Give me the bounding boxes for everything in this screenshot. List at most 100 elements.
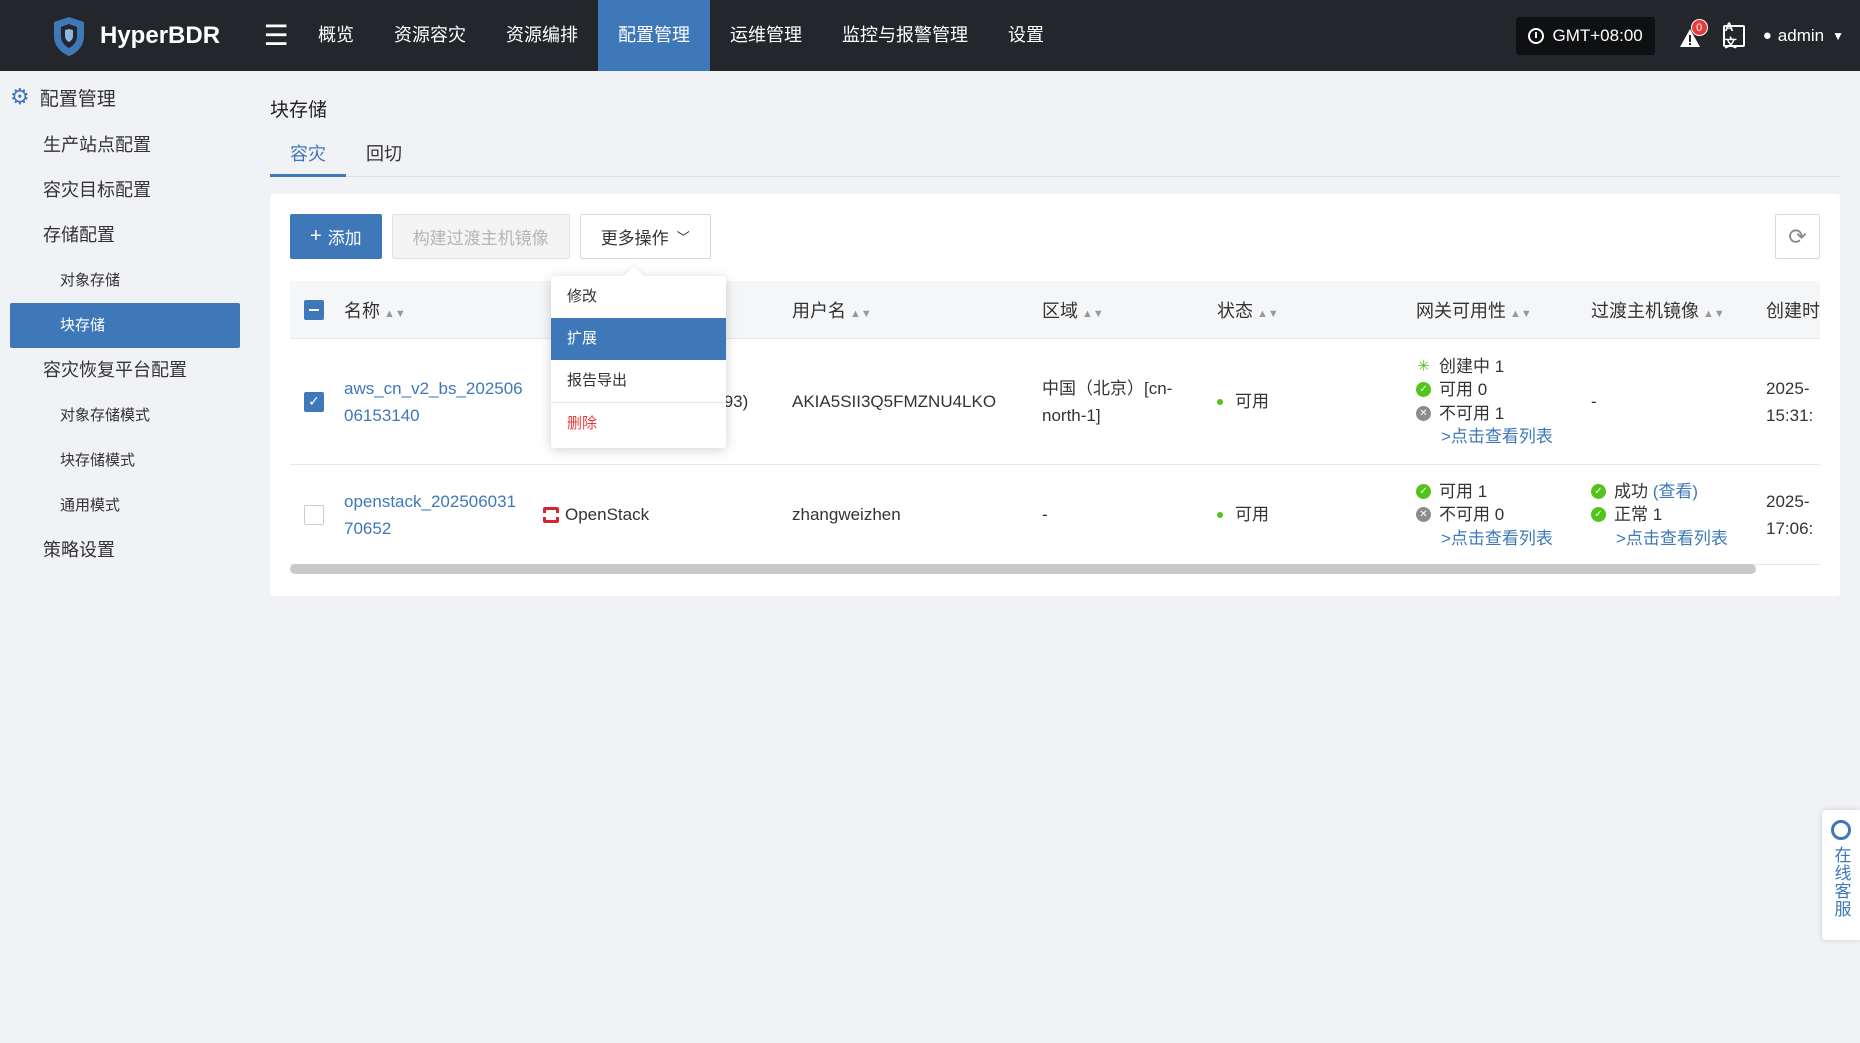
check-circle-icon: ✓ [1591, 483, 1606, 499]
sidebar-title: 配置管理 [39, 88, 116, 110]
tab-failback[interactable]: 回切 [346, 137, 422, 177]
col-created[interactable]: 创建时 [1752, 297, 1820, 323]
menu-item-edit[interactable]: 修改 [551, 276, 726, 318]
sidebar-item-block-storage[interactable]: 块存储 [10, 303, 240, 348]
region-text: 中国（北京）[cn- [1042, 378, 1173, 398]
content-panel: + 添加 构建过渡主机镜像 更多操作 ﹀ ⟳ 名称 ▲▼ 用户名 ▲▼ 区域 ▲▼ 状… [270, 194, 1840, 596]
more-actions-label: 更多操作 [600, 229, 669, 248]
shield-logo-icon [54, 16, 84, 56]
col-gateway-label: 网关可用性 [1416, 300, 1506, 321]
nav-resource-dr[interactable]: 资源容灾 [374, 0, 486, 71]
sidebar-item-production-site[interactable]: 生产站点配置 [0, 123, 250, 168]
more-actions-button[interactable]: 更多操作 ﹀ [579, 214, 711, 259]
image-list-link[interactable]: >点击查看列表 [1591, 525, 1728, 552]
col-gateway[interactable]: 网关可用性 ▲▼ [1402, 297, 1577, 323]
sort-icon: ▲▼ [1510, 307, 1532, 320]
headset-icon [1831, 820, 1851, 840]
nav-resource-orchestration[interactable]: 资源编排 [486, 0, 598, 71]
type-cell: OpenStack [529, 465, 778, 564]
check-circle-icon: ✓ [1416, 483, 1431, 499]
timezone-label: GMT+08:00 [1552, 25, 1643, 45]
select-all-checkbox[interactable] [304, 299, 324, 320]
menu-item-delete[interactable]: 删除 [551, 403, 726, 445]
col-name-label: 名称 [344, 300, 380, 321]
table-row[interactable]: openstack_202506031 70652 OpenStack zhan… [290, 465, 1820, 565]
storage-table: 名称 ▲▼ 用户名 ▲▼ 区域 ▲▼ 状态 ▲▼ 网关可用性 ▲▼ 过渡主机镜像 ▲▼ 创建… [290, 281, 1820, 565]
build-image-button[interactable]: 构建过渡主机镜像 [391, 214, 570, 259]
table-header: 名称 ▲▼ 用户名 ▲▼ 区域 ▲▼ 状态 ▲▼ 网关可用性 ▲▼ 过渡主机镜像 ▲▼ 创建… [290, 281, 1820, 339]
sidebar-item-object-storage-mode[interactable]: 对象存储模式 [0, 393, 250, 438]
gateway-cell: ✓ 可用 1 ✕ 不可用 0 >点击查看列表 [1402, 465, 1577, 564]
name-link-cont[interactable]: 06153140 [344, 402, 523, 429]
row-checkbox[interactable]: ✓ [304, 391, 324, 412]
toolbar: + 添加 构建过渡主机镜像 更多操作 ﹀ [290, 214, 721, 259]
col-username-label: 用户名 [792, 300, 846, 321]
top-navbar: HyperBDR ☰ 概览 资源容灾 资源编排 配置管理 运维管理 监控与报警管… [0, 0, 1860, 71]
name-cell: aws_cn_v2_bs_202506 06153140 [330, 339, 529, 464]
gateway-list-link[interactable]: >点击查看列表 [1416, 423, 1553, 450]
sort-icon: ▲▼ [384, 307, 406, 320]
select-all-cell [290, 299, 330, 320]
sidebar-item-dr-platform[interactable]: 容灾恢复平台配置 [0, 348, 250, 393]
col-image[interactable]: 过渡主机镜像 ▲▼ [1577, 297, 1752, 323]
add-button[interactable]: + 添加 [290, 214, 382, 259]
name-link-cont[interactable]: 70652 [344, 515, 516, 542]
status-cell: 可用 [1203, 339, 1402, 464]
online-service-button[interactable]: 在线客服 [1822, 810, 1860, 940]
check-circle-icon: ✓ [1591, 507, 1606, 522]
created-time: 15:31: [1766, 405, 1814, 425]
menu-toggle-icon[interactable]: ☰ [256, 19, 296, 52]
sidebar-item-object-storage[interactable]: 对象存储 [0, 258, 250, 303]
sidebar-item-generic-mode[interactable]: 通用模式 [0, 483, 250, 528]
username-cell: AKIA5SII3Q5FMZNU4LKO [792, 392, 997, 411]
sort-icon: ▲▼ [850, 307, 872, 320]
alert-button[interactable]: 0 [1675, 18, 1708, 51]
horizontal-scrollbar[interactable] [290, 564, 1756, 574]
type-text: OpenStack [565, 505, 650, 524]
status-text: 可用 [1235, 392, 1269, 411]
nav-ops-management[interactable]: 运维管理 [710, 0, 822, 71]
user-menu[interactable]: ● admin ▼ [1763, 26, 1844, 46]
nav-overview[interactable]: 概览 [298, 0, 374, 71]
menu-item-extend[interactable]: 扩展 [551, 318, 726, 360]
created-time: 17:06: [1766, 518, 1814, 538]
nav-monitoring-alerts[interactable]: 监控与报警管理 [822, 0, 988, 71]
gateway-list-link[interactable]: >点击查看列表 [1416, 525, 1553, 552]
table-row[interactable]: ✓ aws_cn_v2_bs_202506 06153140 .93) AKIA… [290, 339, 1820, 465]
name-cell: openstack_202506031 70652 [330, 465, 529, 564]
col-region[interactable]: 区域 ▲▼ [1028, 297, 1203, 323]
col-status[interactable]: 状态 ▲▼ [1203, 297, 1402, 323]
timezone-button[interactable]: GMT+08:00 [1516, 16, 1655, 55]
check-circle-icon: ✓ [1416, 382, 1431, 398]
sidebar: ⚙ 配置管理 生产站点配置 容灾目标配置 存储配置 对象存储 块存储 容灾恢复平… [0, 71, 250, 1043]
name-link[interactable]: openstack_202506031 [344, 488, 516, 515]
col-created-label: 创建时 [1766, 300, 1820, 321]
online-service-label: 在线客服 [1831, 846, 1851, 918]
sidebar-item-dr-target[interactable]: 容灾目标配置 [0, 168, 250, 213]
tab-dr[interactable]: 容灾 [270, 137, 346, 177]
sidebar-item-policy[interactable]: 策略设置 [0, 528, 250, 573]
col-username[interactable]: 用户名 ▲▼ [778, 297, 1028, 323]
more-actions-menu: 修改 扩展 报告导出 删除 [551, 276, 726, 448]
loading-icon: ✳ [1417, 357, 1430, 375]
row-checkbox[interactable] [304, 504, 324, 525]
name-link[interactable]: aws_cn_v2_bs_202506 [344, 375, 523, 402]
region-text-cont: north-1] [1042, 405, 1101, 425]
alert-badge: 0 [1690, 18, 1708, 36]
created-cell: 2025- 17:06: [1752, 465, 1820, 564]
sort-icon: ▲▼ [1082, 307, 1104, 320]
row-checkbox-cell [290, 465, 330, 564]
sidebar-item-block-storage-mode[interactable]: 块存储模式 [0, 438, 250, 483]
col-name[interactable]: 名称 ▲▼ [330, 297, 529, 323]
menu-item-export-report[interactable]: 报告导出 [551, 360, 726, 402]
col-region-label: 区域 [1042, 300, 1078, 321]
logo[interactable]: HyperBDR [0, 14, 250, 58]
main-nav: 概览 资源容灾 资源编排 配置管理 运维管理 监控与报警管理 设置 [298, 0, 1064, 71]
language-icon[interactable]: A文 [1722, 20, 1745, 50]
nav-config-management[interactable]: 配置管理 [598, 0, 710, 71]
refresh-button[interactable]: ⟳ [1775, 214, 1820, 259]
sidebar-item-storage-config[interactable]: 存储配置 [0, 213, 250, 258]
nav-settings[interactable]: 设置 [988, 0, 1064, 71]
gear-icon: ⚙ [10, 84, 30, 109]
refresh-icon: ⟳ [1788, 223, 1807, 249]
